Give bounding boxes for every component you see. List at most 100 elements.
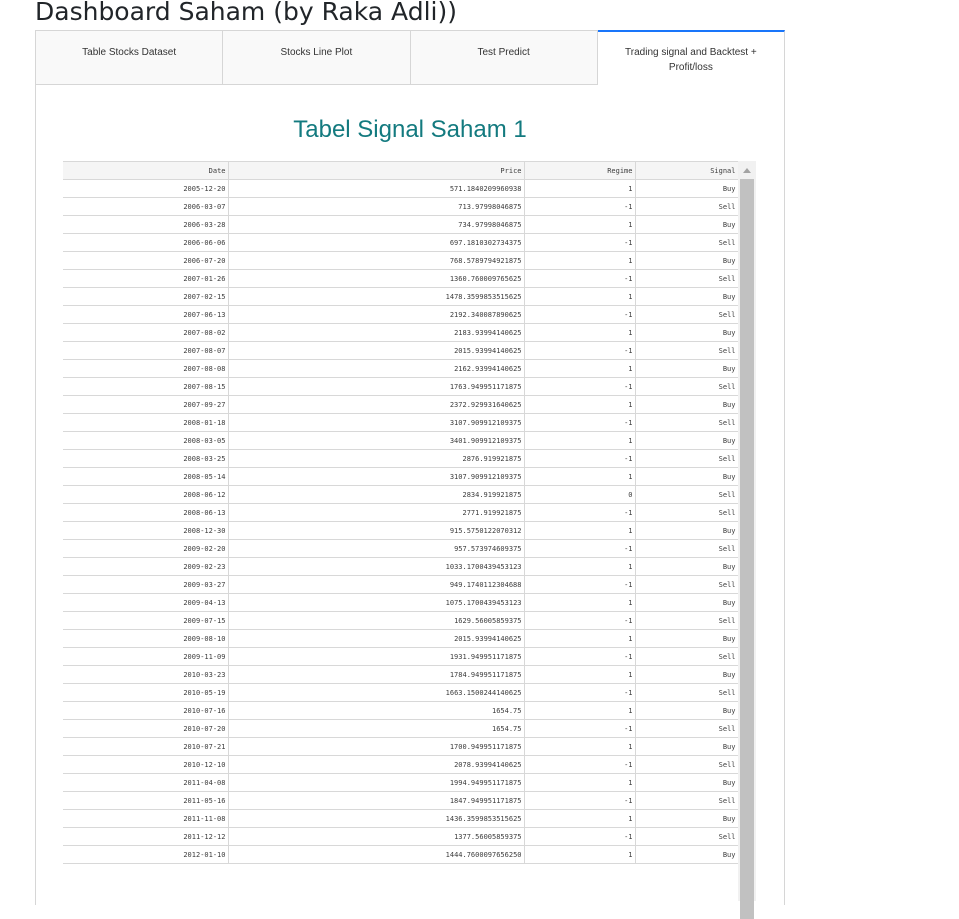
scroll-up-arrow-icon[interactable] [743, 168, 751, 173]
cell-regime: -1 [523, 791, 635, 810]
cell-price: 915.5750122070312 [227, 521, 524, 540]
cell-regime: -1 [523, 413, 635, 432]
table-row: 2009-04-13 1075.1700439453123 1 Buy [63, 593, 756, 612]
cell-date: 2008-03-25 [63, 449, 228, 468]
tab-test-predict[interactable]: Test Predict [410, 30, 598, 84]
cell-signal: Buy [634, 359, 738, 378]
table-row: 2011-04-08 1994.949951171875 1 Buy [63, 773, 756, 792]
cell-date: 2009-02-23 [63, 557, 228, 576]
cell-signal: Buy [634, 557, 738, 576]
cell-price: 3107.909912109375 [227, 413, 524, 432]
cell-date: 2006-07-20 [63, 251, 228, 270]
table-row: 2006-07-20 768.5789794921875 1 Buy [63, 251, 756, 270]
cell-date: 2008-12-30 [63, 521, 228, 540]
cell-signal: Sell [634, 647, 738, 666]
cell-price: 1654.75 [227, 719, 524, 738]
tab-stocks-line-plot[interactable]: Stocks Line Plot [223, 30, 411, 84]
cell-regime: -1 [523, 341, 635, 360]
cell-price: 1994.949951171875 [227, 773, 524, 792]
tab-bar: Table Stocks Dataset Stocks Line Plot Te… [35, 30, 785, 86]
cell-regime: 1 [523, 629, 635, 648]
cell-price: 2078.93994140625 [227, 755, 524, 774]
cell-date: 2009-03-27 [63, 575, 228, 594]
table-row: 2010-07-20 1654.75 -1 Sell [63, 719, 756, 738]
cell-regime: 1 [523, 359, 635, 378]
cell-date: 2007-06-13 [63, 305, 228, 324]
table-row: 2008-06-12 2834.919921875 0 Sell [63, 485, 756, 504]
tab-content-panel: Tabel Signal Saham 1 Date Price Regime S… [35, 85, 785, 919]
scrollbar-thumb[interactable] [740, 179, 754, 919]
cell-price: 1377.56005859375 [227, 827, 524, 846]
cell-regime: 0 [523, 485, 635, 504]
cell-date: 2009-11-09 [63, 647, 228, 666]
cell-regime: -1 [523, 503, 635, 522]
cell-signal: Buy [634, 179, 738, 198]
cell-regime: 1 [523, 179, 635, 198]
cell-date: 2009-07-15 [63, 611, 228, 630]
column-header-price[interactable]: Price [227, 161, 524, 180]
cell-signal: Buy [634, 845, 738, 864]
table-row: 2008-03-25 2876.919921875 -1 Sell [63, 449, 756, 468]
cell-date: 2005-12-20 [63, 179, 228, 198]
cell-date: 2006-03-28 [63, 215, 228, 234]
cell-signal: Sell [634, 305, 738, 324]
table-row: 2007-02-15 1478.3599853515625 1 Buy [63, 287, 756, 306]
cell-signal: Buy [634, 467, 738, 486]
table-row: 2011-05-16 1847.949951171875 -1 Sell [63, 791, 756, 810]
tab-trading-signal-backtest[interactable]: Trading signal and Backtest + Profit/los… [597, 30, 785, 86]
cell-regime: -1 [523, 683, 635, 702]
cell-date: 2011-12-12 [63, 827, 228, 846]
page-title: Dashboard Saham (by Raka Adli)) [35, 0, 457, 26]
cell-regime: -1 [523, 575, 635, 594]
cell-signal: Sell [634, 197, 738, 216]
cell-date: 2007-08-07 [63, 341, 228, 360]
cell-date: 2007-08-02 [63, 323, 228, 342]
table-row: 2010-12-10 2078.93994140625 -1 Sell [63, 755, 756, 774]
table-row: 2009-11-09 1931.949951171875 -1 Sell [63, 647, 756, 666]
cell-price: 1075.1700439453123 [227, 593, 524, 612]
column-header-regime[interactable]: Regime [523, 161, 635, 180]
table-row: 2010-07-16 1654.75 1 Buy [63, 701, 756, 720]
cell-signal: Buy [634, 773, 738, 792]
cell-signal: Buy [634, 395, 738, 414]
cell-regime: 1 [523, 845, 635, 864]
cell-regime: 1 [523, 557, 635, 576]
cell-regime: -1 [523, 539, 635, 558]
cell-price: 2834.919921875 [227, 485, 524, 504]
column-header-date[interactable]: Date [63, 161, 228, 180]
tab-table-stocks-dataset[interactable]: Table Stocks Dataset [35, 30, 224, 84]
cell-price: 3107.909912109375 [227, 467, 524, 486]
cell-price: 2771.919921875 [227, 503, 524, 522]
cell-signal: Sell [634, 575, 738, 594]
table-row: 2011-11-08 1436.3599853515625 1 Buy [63, 809, 756, 828]
cell-regime: 1 [523, 521, 635, 540]
cell-price: 3401.909912109375 [227, 431, 524, 450]
cell-price: 949.1740112304688 [227, 575, 524, 594]
cell-signal: Sell [634, 377, 738, 396]
table-scrollbar[interactable] [738, 161, 756, 919]
cell-price: 1033.1700439453123 [227, 557, 524, 576]
cell-price: 1478.3599853515625 [227, 287, 524, 306]
section-title: Tabel Signal Saham 1 [293, 116, 527, 143]
cell-signal: Buy [634, 593, 738, 612]
cell-price: 2162.93994140625 [227, 359, 524, 378]
cell-price: 1654.75 [227, 701, 524, 720]
cell-price: 2876.919921875 [227, 449, 524, 468]
column-header-signal[interactable]: Signal [634, 161, 738, 180]
table-row: 2007-08-02 2183.93994140625 1 Buy [63, 323, 756, 342]
cell-date: 2007-02-15 [63, 287, 228, 306]
cell-signal: Buy [634, 665, 738, 684]
table-row: 2011-12-12 1377.56005859375 -1 Sell [63, 827, 756, 846]
cell-regime: 1 [523, 395, 635, 414]
cell-date: 2009-08-10 [63, 629, 228, 648]
table-row: 2007-08-08 2162.93994140625 1 Buy [63, 359, 756, 378]
cell-regime: -1 [523, 377, 635, 396]
table-row: 2008-05-14 3107.909912109375 1 Buy [63, 467, 756, 486]
cell-date: 2010-07-21 [63, 737, 228, 756]
cell-signal: Sell [634, 413, 738, 432]
cell-price: 957.573974609375 [227, 539, 524, 558]
cell-signal: Buy [634, 809, 738, 828]
cell-regime: 1 [523, 593, 635, 612]
cell-regime: -1 [523, 719, 635, 738]
cell-date: 2010-07-20 [63, 719, 228, 738]
